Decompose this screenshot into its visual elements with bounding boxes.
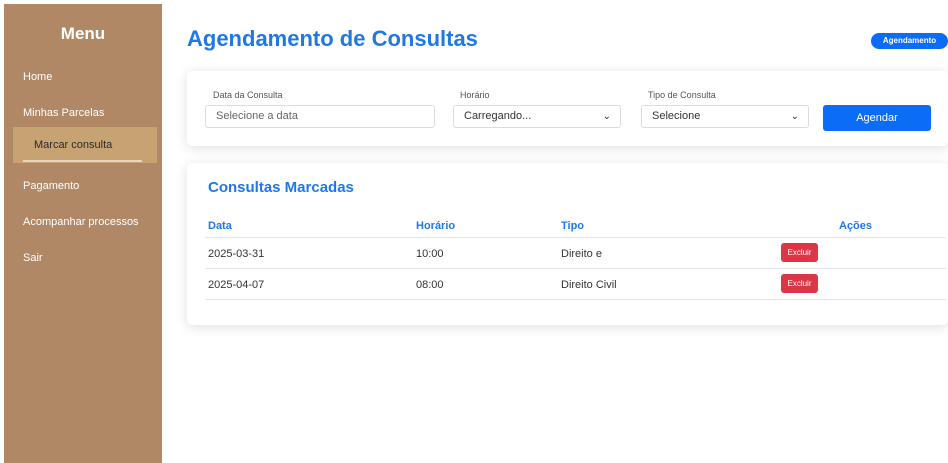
row-type: Direito Civil xyxy=(561,279,617,291)
sidebar-item-sair[interactable]: Sair xyxy=(4,245,162,271)
sidebar-item-home[interactable]: Home xyxy=(4,64,162,90)
time-select-value: Carregando... xyxy=(464,110,532,122)
excluir-button[interactable]: Excluir xyxy=(781,274,818,293)
schedule-form-card: Data da Consulta Selecione a data Horári… xyxy=(187,71,948,146)
column-header-tipo: Tipo xyxy=(561,220,585,232)
excluir-button[interactable]: Excluir xyxy=(781,243,818,262)
agendar-button[interactable]: Agendar xyxy=(823,105,931,131)
row-type: Direito e xyxy=(561,248,602,260)
chevron-down-icon: ⌄ xyxy=(790,111,799,122)
row-time: 08:00 xyxy=(416,279,444,291)
row-date: 2025-03-31 xyxy=(208,248,265,260)
column-header-acoes: Ações xyxy=(839,220,873,232)
row-divider xyxy=(205,299,946,300)
type-select[interactable]: Selecione ⌄ xyxy=(641,105,809,128)
agendamento-badge-button[interactable]: Agendamento xyxy=(871,33,948,49)
sidebar: Menu Home Minhas Parcelas Marcar consult… xyxy=(4,4,162,463)
time-field-label: Horário xyxy=(460,90,490,100)
date-input[interactable]: Selecione a data xyxy=(205,105,435,128)
type-select-value: Selecione xyxy=(652,110,701,122)
appointments-card: Consultas Marcadas Data Horário Tipo Açõ… xyxy=(187,163,948,325)
type-field-label: Tipo de Consulta xyxy=(648,90,716,100)
sidebar-item-marcar-consulta[interactable]: Marcar consulta xyxy=(13,127,157,163)
sidebar-item-acompanhar-processos[interactable]: Acompanhar processos xyxy=(4,209,162,235)
appointments-title: Consultas Marcadas xyxy=(208,179,354,196)
column-header-data: Data xyxy=(208,220,232,232)
time-select[interactable]: Carregando... ⌄ xyxy=(453,105,621,128)
sidebar-item-minhas-parcelas[interactable]: Minhas Parcelas xyxy=(4,100,162,126)
table-header-divider xyxy=(205,237,946,238)
sidebar-title: Menu xyxy=(60,24,106,43)
row-divider xyxy=(205,268,946,269)
page-title: Agendamento de Consultas xyxy=(187,26,478,51)
active-item-underline xyxy=(23,160,142,162)
column-header-horario: Horário xyxy=(416,220,456,232)
row-time: 10:00 xyxy=(416,248,444,260)
row-date: 2025-04-07 xyxy=(208,279,265,291)
date-field-label: Data da Consulta xyxy=(213,90,283,100)
chevron-down-icon: ⌄ xyxy=(602,111,611,122)
sidebar-item-pagamento[interactable]: Pagamento xyxy=(4,173,162,199)
